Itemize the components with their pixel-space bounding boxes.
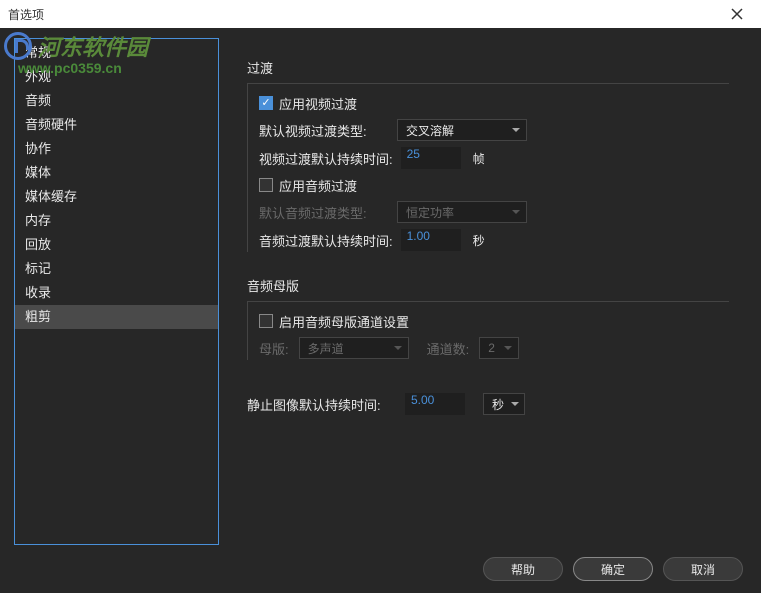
main-panel: 河东软件园 www.pc0359.cn 常规 外观 音频 音频硬件 协作 媒体 … [0, 28, 761, 593]
video-duration-unit: 帧 [473, 150, 485, 167]
footer: 帮助 确定 取消 [0, 545, 761, 593]
master-value: 多声道 [308, 340, 344, 357]
window-title: 首选项 [8, 6, 44, 23]
still-duration-label: 静止图像默认持续时间: [247, 395, 397, 414]
settings-panel: 过渡 应用视频过渡 默认视频过渡类型: 交叉溶解 视频过渡默认持续时间: 25 … [219, 38, 747, 545]
transitions-title: 过渡 [247, 58, 729, 77]
cancel-button[interactable]: 取消 [663, 557, 743, 581]
video-duration-input[interactable]: 25 [401, 147, 461, 169]
sidebar: 常规 外观 音频 音频硬件 协作 媒体 媒体缓存 内存 回放 标记 收录 粗剪 [14, 38, 219, 545]
default-audio-type-select: 恒定功率 [397, 201, 527, 223]
apply-video-checkbox[interactable] [259, 96, 273, 110]
ok-button[interactable]: 确定 [573, 557, 653, 581]
default-video-type-select[interactable]: 交叉溶解 [397, 119, 527, 141]
close-icon [731, 8, 743, 20]
audio-master-title: 音频母版 [247, 276, 729, 295]
default-video-type-label: 默认视频过渡类型: [259, 121, 389, 140]
sidebar-item-roughcut[interactable]: 粗剪 [15, 305, 218, 329]
audio-duration-unit: 秒 [473, 232, 485, 249]
sidebar-item-general[interactable]: 常规 [15, 41, 218, 65]
sidebar-item-appearance[interactable]: 外观 [15, 65, 218, 89]
help-button[interactable]: 帮助 [483, 557, 563, 581]
sidebar-item-markers[interactable]: 标记 [15, 257, 218, 281]
apply-video-label: 应用视频过渡 [279, 94, 357, 113]
enable-audio-master-checkbox[interactable] [259, 314, 273, 328]
default-audio-type-label: 默认音频过渡类型: [259, 203, 389, 222]
channels-label: 通道数: [427, 339, 470, 358]
apply-audio-checkbox[interactable] [259, 178, 273, 192]
video-duration-label: 视频过渡默认持续时间: [259, 149, 393, 168]
channels-select: 2 [479, 337, 519, 359]
titlebar: 首选项 [0, 0, 761, 28]
sidebar-item-ingest[interactable]: 收录 [15, 281, 218, 305]
sidebar-item-playback[interactable]: 回放 [15, 233, 218, 257]
channels-value: 2 [488, 341, 495, 355]
still-duration-input[interactable]: 5.00 [405, 393, 465, 415]
audio-duration-input[interactable]: 1.00 [401, 229, 461, 251]
sidebar-item-media-cache[interactable]: 媒体缓存 [15, 185, 218, 209]
master-select: 多声道 [299, 337, 409, 359]
sidebar-item-audio-hardware[interactable]: 音频硬件 [15, 113, 218, 137]
still-unit-value: 秒 [492, 396, 504, 413]
sidebar-item-collab[interactable]: 协作 [15, 137, 218, 161]
enable-audio-master-label: 启用音频母版通道设置 [279, 312, 409, 331]
sidebar-item-media[interactable]: 媒体 [15, 161, 218, 185]
default-audio-type-value: 恒定功率 [406, 204, 454, 221]
sidebar-item-audio[interactable]: 音频 [15, 89, 218, 113]
sidebar-item-memory[interactable]: 内存 [15, 209, 218, 233]
close-button[interactable] [721, 0, 753, 28]
transitions-section: 应用视频过渡 默认视频过渡类型: 交叉溶解 视频过渡默认持续时间: 25 帧 应… [247, 83, 729, 268]
default-video-type-value: 交叉溶解 [406, 122, 454, 139]
master-label: 母版: [259, 339, 289, 358]
still-unit-select[interactable]: 秒 [483, 393, 525, 415]
apply-audio-label: 应用音频过渡 [279, 176, 357, 195]
audio-duration-label: 音频过渡默认持续时间: [259, 231, 393, 250]
audio-master-section: 启用音频母版通道设置 母版: 多声道 通道数: 2 [247, 301, 729, 376]
